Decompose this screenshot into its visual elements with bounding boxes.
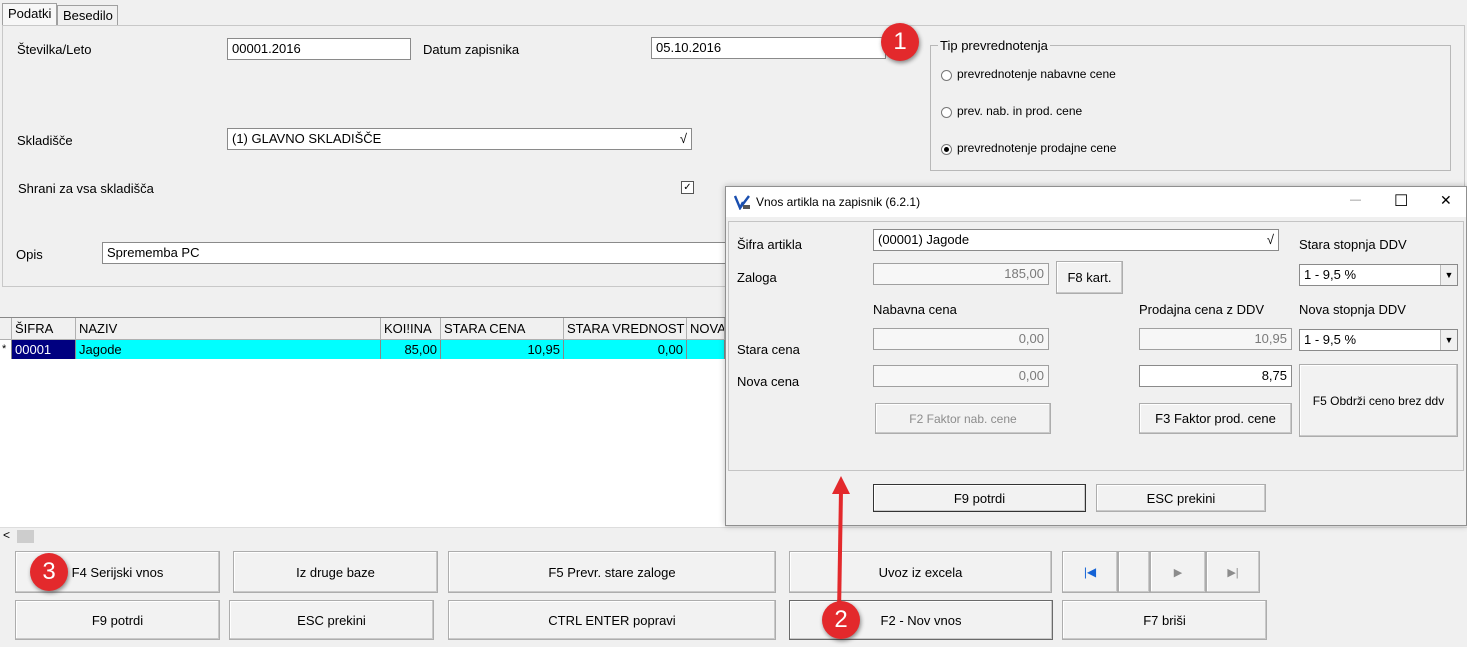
chevron-down-icon[interactable]: ▼ (1440, 265, 1457, 285)
annotation-badge-3: 3 (30, 553, 68, 591)
cell-kolicina[interactable]: 85,00 (381, 340, 441, 359)
row-marker: * (0, 340, 12, 359)
sifra-artikla-label: Šifra artikla (737, 237, 803, 252)
radio-prodajna-label: prevrednotenje prodajne cene (957, 141, 1117, 155)
radio-nab-prod-label: prev. nab. in prod. cene (957, 104, 1083, 118)
col-stara-vrednost[interactable]: STARA VREDNOST (564, 318, 687, 340)
scroll-thumb[interactable] (17, 530, 34, 543)
annotation-badge-2: 2 (822, 601, 860, 639)
radio-nabavna[interactable] (941, 70, 952, 81)
stara-ddv-label: Stara stopnja DDV (1299, 237, 1407, 252)
zaloga-input: 185,00 (873, 263, 1049, 285)
datum-input[interactable]: 05.10.2016 (651, 37, 886, 59)
prodajna-cena-label: Prodajna cena z DDV (1139, 302, 1265, 317)
stara-ddv-select[interactable]: 1 - 9,5 % ▼ (1299, 264, 1458, 286)
cell-sifra[interactable]: 00001 (12, 340, 76, 359)
dialog-prekini-button[interactable]: ESC prekini (1096, 484, 1266, 512)
stara-prodajna-input: 10,95 (1139, 328, 1292, 350)
col-naziv[interactable]: NAZIV (76, 318, 381, 340)
col-nova[interactable]: NOVA (687, 318, 725, 340)
popravi-button[interactable]: CTRL ENTER popravi (448, 600, 776, 640)
tip-groupbox: Tip prevrednotenja prevrednotenje nabavn… (930, 38, 1451, 171)
shrani-checkbox[interactable]: ✓ (681, 181, 694, 194)
horizontal-scrollbar[interactable]: < (0, 527, 1467, 545)
grid-corner (0, 318, 12, 340)
nova-ddv-label: Nova stopnja DDV (1299, 302, 1406, 317)
cell-naziv[interactable]: Jagode (76, 340, 381, 359)
nav-blank-button[interactable] (1118, 551, 1150, 593)
brisi-button[interactable]: F7 briši (1062, 600, 1267, 640)
opis-label: Opis (16, 247, 43, 262)
dialog-potrdi-button[interactable]: F9 potrdi (873, 484, 1086, 512)
f8-kart-button[interactable]: F8 kart. (1056, 261, 1123, 294)
stevilka-input[interactable]: 00001.2016 (227, 38, 411, 60)
close-icon[interactable]: ✕ (1440, 192, 1452, 209)
radio-prodajna[interactable] (941, 144, 952, 155)
radio-nabavna-label: prevrednotenje nabavne cene (957, 67, 1116, 81)
prevr-zaloge-button[interactable]: F5 Prevr. stare zaloge (448, 551, 776, 593)
nav-first-icon[interactable]: |◀ (1062, 551, 1118, 593)
nova-cena-label: Nova cena (737, 374, 800, 389)
stara-cena-label: Stara cena (737, 342, 800, 357)
annotation-badge-1: 1 (881, 23, 919, 61)
col-sifra[interactable]: ŠIFRA (12, 318, 76, 340)
col-stara-cena[interactable]: STARA CENA (441, 318, 564, 340)
nova-prodajna-input[interactable]: 8,75 (1139, 365, 1292, 387)
stara-ddv-value: 1 - 9,5 % (1304, 267, 1357, 282)
tab-podatki[interactable]: Podatki (2, 3, 57, 25)
faktor-nab-button[interactable]: F2 Faktor nab. cene (875, 403, 1051, 434)
tab-besedilo-label: Besedilo (63, 8, 113, 23)
dropdown-check-icon: √ (1266, 232, 1274, 247)
potrdi-button[interactable]: F9 potrdi (15, 600, 220, 640)
nova-ddv-value: 1 - 9,5 % (1304, 332, 1357, 347)
chevron-down-icon[interactable]: ▼ (1440, 330, 1457, 350)
dialog-titlebar[interactable]: Vnos artikla na zapisnik (6.2.1) — ☐ ✕ (726, 187, 1466, 217)
minimize-icon[interactable]: — (1350, 194, 1361, 206)
prekini-button[interactable]: ESC prekini (229, 600, 434, 640)
stevilka-label: Številka/Leto (17, 42, 92, 57)
cell-nova[interactable] (687, 340, 725, 359)
maximize-icon[interactable]: ☐ (1394, 191, 1408, 211)
zaloga-label: Zaloga (737, 270, 777, 285)
skladisce-value: (1) GLAVNO SKLADIŠČE (232, 131, 382, 146)
nova-nabavna-input: 0,00 (873, 365, 1049, 387)
faktor-prod-button[interactable]: F3 Faktor prod. cene (1139, 403, 1292, 434)
opis-input[interactable]: Sprememba PC (102, 242, 742, 264)
obdrzi-ceno-button[interactable]: F5 Obdrži ceno brez ddv (1299, 364, 1458, 437)
tab-besedilo[interactable]: Besedilo (57, 5, 118, 25)
cell-stara-vrednost[interactable]: 0,00 (564, 340, 687, 359)
datum-label: Datum zapisnika (423, 42, 520, 57)
tip-legend: Tip prevrednotenja (938, 38, 1050, 53)
items-grid[interactable]: ŠIFRA NAZIV KOI!INA STARA CENA STARA VRE… (0, 317, 725, 528)
shrani-label: Shrani za vsa skladišča (18, 181, 154, 196)
skladisce-select[interactable]: (1) GLAVNO SKLADIŠČE √ (227, 128, 692, 150)
skladisce-label: Skladišče (17, 133, 73, 148)
app-logo-icon (734, 195, 750, 210)
radio-nab-prod[interactable] (941, 107, 952, 118)
dropdown-check-icon: √ (679, 131, 687, 146)
col-kolicina[interactable]: KOI!INA (381, 318, 441, 340)
nav-play-icon[interactable]: ▶ (1150, 551, 1206, 593)
tab-podatki-label: Podatki (8, 6, 52, 21)
stara-nabavna-input: 0,00 (873, 328, 1049, 350)
scroll-left-icon[interactable]: < (3, 528, 10, 542)
cell-stara-cena[interactable]: 10,95 (441, 340, 564, 359)
nova-ddv-select[interactable]: 1 - 9,5 % ▼ (1299, 329, 1458, 351)
iz-druge-baze-button[interactable]: Iz druge baze (233, 551, 438, 593)
nav-last-icon[interactable]: ▶| (1206, 551, 1260, 593)
nabavna-cena-label: Nabavna cena (873, 302, 957, 317)
dialog-title: Vnos artikla na zapisnik (6.2.1) (756, 195, 921, 209)
sifra-artikla-value: (00001) Jagode (878, 232, 970, 247)
sifra-artikla-select[interactable]: (00001) Jagode √ (873, 229, 1279, 251)
